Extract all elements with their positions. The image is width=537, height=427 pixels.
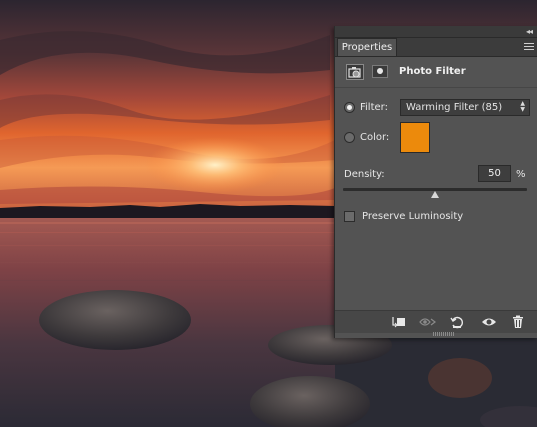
panel-titlebar[interactable]: ◂◂	[335, 26, 537, 38]
color-label: Color:	[360, 132, 390, 143]
filter-dropdown-value: Warming Filter (85)	[406, 102, 503, 113]
properties-panel: ◂◂ Properties Photo Filter Filter: Warmi…	[334, 26, 537, 338]
color-radio[interactable]	[344, 132, 355, 143]
panel-menu-icon[interactable]	[524, 41, 534, 51]
density-unit: %	[516, 169, 526, 180]
view-previous-state-icon[interactable]	[419, 315, 436, 329]
reset-icon[interactable]	[449, 315, 465, 329]
adjustment-title: Photo Filter	[399, 66, 466, 77]
clip-to-layer-icon[interactable]	[391, 315, 407, 329]
filter-dropdown[interactable]: Warming Filter (85) ▲ ▼	[400, 99, 530, 116]
trash-icon[interactable]	[510, 315, 526, 329]
density-slider-thumb[interactable]	[431, 191, 439, 198]
preserve-luminosity-label: Preserve Luminosity	[362, 211, 464, 222]
filter-label: Filter:	[360, 102, 388, 113]
density-input[interactable]: 50	[478, 165, 511, 182]
panel-bottom-toolbar	[335, 310, 537, 333]
layer-mask-icon[interactable]	[372, 65, 388, 78]
panel-resize-grip[interactable]	[433, 332, 455, 336]
tab-properties[interactable]: Properties	[337, 38, 397, 56]
camera-filter-icon[interactable]	[346, 64, 364, 80]
eye-icon[interactable]	[481, 315, 497, 329]
collapse-panel-icon[interactable]: ◂◂	[526, 26, 533, 37]
color-swatch[interactable]	[400, 122, 430, 153]
filter-radio[interactable]	[344, 102, 355, 113]
preserve-luminosity-checkbox[interactable]	[344, 211, 355, 222]
panel-tab-row: Properties	[335, 38, 537, 57]
adjustment-header: Photo Filter	[335, 57, 537, 88]
density-label: Density:	[344, 169, 385, 180]
dropdown-arrows-icon: ▲ ▼	[520, 100, 525, 113]
